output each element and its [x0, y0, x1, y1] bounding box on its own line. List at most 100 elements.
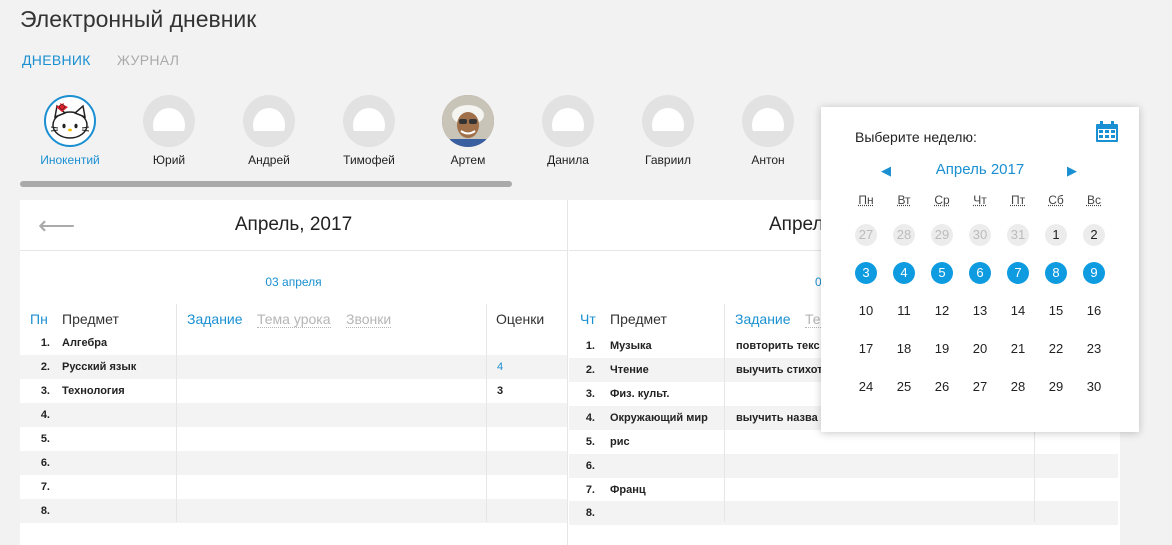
- user-placeholder-icon: [542, 95, 594, 147]
- hello-kitty-avatar: [44, 95, 96, 147]
- calendar-day[interactable]: 30: [969, 224, 991, 246]
- tab-journal[interactable]: ЖУРНАЛ: [117, 52, 179, 68]
- weekday-header: Пт: [1010, 193, 1026, 207]
- student-name: Тимофей: [343, 153, 395, 167]
- student-anton[interactable]: Антон: [718, 95, 818, 167]
- weekday-header: Ср: [934, 193, 950, 207]
- tab-topic[interactable]: Те: [805, 311, 821, 328]
- calendar-day[interactable]: 6: [969, 262, 991, 284]
- week-picker-popup: Выберите неделю: Апрель 2017 ◀ ▶ Пн Вт Ср Ч…: [821, 107, 1139, 432]
- user-placeholder-icon: [642, 95, 694, 147]
- tab-task[interactable]: Задание: [735, 311, 791, 327]
- calendar-day[interactable]: 4: [893, 262, 915, 284]
- weekday-header: Пн: [858, 193, 874, 207]
- weekday-header: Вт: [897, 193, 911, 207]
- column-divider: [724, 304, 725, 522]
- calendar-day[interactable]: 11: [893, 300, 915, 322]
- user-photo-avatar: [442, 95, 494, 147]
- calendar-day[interactable]: 7: [1007, 262, 1029, 284]
- prev-month-arrow-icon[interactable]: ◀: [881, 163, 891, 179]
- weekday-header: Сб: [1048, 193, 1064, 207]
- calendar-day[interactable]: 14: [1007, 300, 1029, 322]
- calendar-day[interactable]: 29: [931, 224, 953, 246]
- calendar-day[interactable]: 3: [855, 262, 877, 284]
- tab-topic[interactable]: Тема урока: [257, 311, 331, 328]
- weekday-header: Чт: [973, 193, 987, 207]
- tab-task[interactable]: Задание: [187, 311, 243, 327]
- column-divider: [176, 304, 177, 522]
- calendar-month: Апрель 2017: [935, 161, 1025, 178]
- student-artem[interactable]: Артем: [418, 95, 518, 167]
- calendar-day[interactable]: 17: [855, 338, 877, 360]
- calendar-day[interactable]: 27: [855, 224, 877, 246]
- calendar-day[interactable]: 16: [1083, 300, 1105, 322]
- subject-header: Предмет: [610, 311, 667, 327]
- tab-bells[interactable]: Звонки: [346, 311, 392, 328]
- calendar-day[interactable]: 15: [1045, 300, 1067, 322]
- calendar-day[interactable]: 1: [1045, 224, 1067, 246]
- table-row: 7.: [40, 481, 50, 493]
- student-name: Гавриил: [645, 153, 691, 167]
- students-scrollbar[interactable]: [20, 181, 512, 187]
- student-name: Инокентий: [40, 153, 100, 167]
- tab-diary[interactable]: ДНЕВНИК: [22, 52, 91, 68]
- grade-value[interactable]: 4: [497, 361, 503, 373]
- calendar-day[interactable]: 10: [855, 300, 877, 322]
- calendar-day[interactable]: 13: [969, 300, 991, 322]
- calendar-day[interactable]: 2: [1083, 224, 1105, 246]
- student-yuriy[interactable]: Юрий: [119, 95, 219, 167]
- month-title: Апрел: [769, 214, 824, 235]
- calendar-day[interactable]: 26: [931, 376, 953, 398]
- table-row: 6.: [20, 451, 567, 475]
- table-row: 6.: [569, 454, 1118, 478]
- student-name: Артем: [450, 153, 486, 167]
- calendar-day[interactable]: 22: [1045, 338, 1067, 360]
- calendar-icon[interactable]: [1095, 121, 1119, 143]
- student-name: Антон: [751, 153, 785, 167]
- student-selector: Инокентий Юрий Андрей Тимофей Артем Дани…: [20, 95, 840, 167]
- student-timofey[interactable]: Тимофей: [319, 95, 419, 167]
- grade-value: 3: [497, 385, 504, 397]
- student-danila[interactable]: Данила: [518, 95, 618, 167]
- date-link[interactable]: 03 апреля: [20, 275, 567, 289]
- student-name: Юрий: [152, 153, 186, 167]
- calendar-day[interactable]: 23: [1083, 338, 1105, 360]
- table-row: 1. Алгебра: [40, 337, 108, 349]
- calendar-day[interactable]: 28: [1007, 376, 1029, 398]
- calendar-day[interactable]: 28: [893, 224, 915, 246]
- calendar-day[interactable]: 31: [1007, 224, 1029, 246]
- next-month-arrow-icon[interactable]: ▶: [1067, 163, 1077, 179]
- week-picker-title: Выберите неделю:: [855, 129, 977, 145]
- day-abbr: Чт: [580, 311, 596, 327]
- user-placeholder-icon: [742, 95, 794, 147]
- app-title: Электронный дневник: [20, 6, 257, 32]
- calendar-day[interactable]: 27: [969, 376, 991, 398]
- calendar-day[interactable]: 30: [1083, 376, 1105, 398]
- calendar-day[interactable]: 8: [1045, 262, 1067, 284]
- calendar-day[interactable]: 24: [855, 376, 877, 398]
- grades-header: Оценки: [496, 311, 545, 327]
- table-row: 8.: [569, 501, 1118, 525]
- student-name: Данила: [547, 153, 589, 167]
- calendar-day[interactable]: 12: [931, 300, 953, 322]
- student-inokentiy[interactable]: Инокентий: [20, 95, 120, 167]
- calendar-day[interactable]: 25: [893, 376, 915, 398]
- calendar-day[interactable]: 29: [1045, 376, 1067, 398]
- table-row: 2. Русский язык 4: [20, 355, 567, 379]
- day-header: ⟵ Апрель, 2017: [20, 200, 567, 251]
- student-name: Андрей: [248, 153, 290, 167]
- table-row: 5.: [40, 433, 50, 445]
- calendar-day[interactable]: 9: [1083, 262, 1105, 284]
- calendar-day[interactable]: 18: [893, 338, 915, 360]
- weekday-header: Вс: [1086, 193, 1101, 207]
- user-placeholder-icon: [343, 95, 395, 147]
- student-gavriil[interactable]: Гавриил: [618, 95, 718, 167]
- calendar-day[interactable]: 21: [1007, 338, 1029, 360]
- calendar-day[interactable]: 5: [931, 262, 953, 284]
- student-andrey[interactable]: Андрей: [219, 95, 319, 167]
- table-row: 4.: [20, 403, 567, 427]
- subject-header: Предмет: [62, 311, 119, 327]
- calendar-day[interactable]: 19: [931, 338, 953, 360]
- user-placeholder-icon: [143, 95, 195, 147]
- calendar-day[interactable]: 20: [969, 338, 991, 360]
